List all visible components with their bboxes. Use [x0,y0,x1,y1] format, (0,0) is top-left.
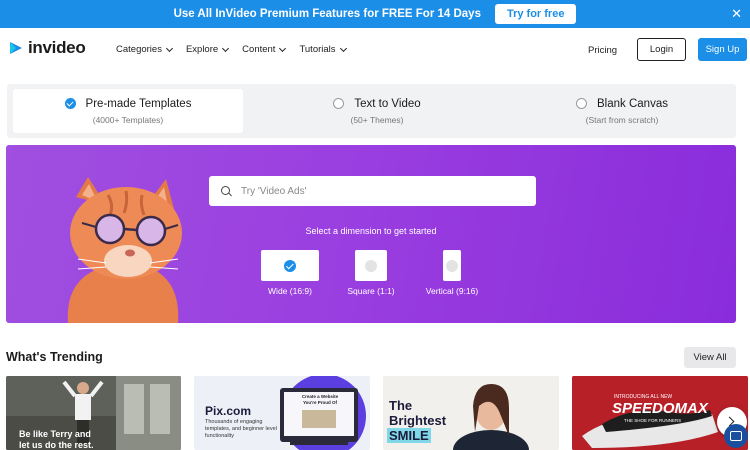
radio-empty-icon [576,98,588,109]
card-line: Brightest [389,413,447,428]
card-line: THE SHOE FOR RUNNERS [624,418,682,423]
signup-button[interactable]: Sign Up [698,38,747,61]
try-for-free-button[interactable]: Try for free [494,4,577,24]
dimension-square-card[interactable] [355,250,387,281]
option-text-to-video[interactable]: Text to Video (50+ Themes) [307,89,447,133]
card-line: Be like Terry and [19,429,91,439]
radio-empty-icon [446,259,458,272]
check-icon [284,259,296,272]
option-premade-templates[interactable]: Pre-made Templates (4000+ Templates) [13,89,243,133]
option-subtitle: (Start from scratch) [585,114,659,125]
menu-label: Content [242,44,276,55]
radio-checked-icon [64,98,76,109]
option-subtitle: (50+ Themes) [350,114,404,125]
template-search-bar[interactable] [209,176,536,206]
section-title: What's Trending [6,350,103,364]
brand-name: invideo [28,38,86,57]
card-brand: Pix.com [205,404,252,418]
radio-empty-icon [365,259,377,272]
option-title: Blank Canvas [597,97,668,110]
trending-card-terry[interactable]: Be like Terry and let us do the rest. [6,376,181,450]
trending-card-pix[interactable]: Pix.com Thousands of engaging templates,… [194,376,370,450]
card-line: let us do the rest. [19,440,94,450]
view-all-button[interactable]: View All [684,347,736,368]
radio-empty-icon [333,98,345,109]
login-button[interactable]: Login [637,38,686,61]
top-nav: invideo Categories Explore Content Tutor… [0,28,750,72]
menu-label: Categories [116,44,162,55]
option-blank-canvas[interactable]: Blank Canvas (Start from scratch) [552,89,692,133]
dimension-vertical-card[interactable] [443,250,461,281]
close-icon[interactable]: ✕ [731,6,742,22]
pricing-link[interactable]: Pricing [588,45,617,56]
dimension-wide-card[interactable] [261,250,319,281]
promo-banner: Use All InVideo Premium Features for FRE… [0,0,750,28]
card-body: Thousands of engaging templates, and beg… [205,419,277,439]
card-text: Be like Terry and let us do the rest. [19,429,94,450]
search-icon [221,185,232,197]
template-type-selector: Pre-made Templates (4000+ Templates) Tex… [7,84,736,138]
menu-label: Explore [185,44,219,55]
chat-support-icon[interactable] [724,424,748,448]
card-line: SPEEDOMAX [612,400,708,417]
option-title: Pre-made Templates [85,97,192,110]
promo-text: Use All InVideo Premium Features for FRE… [173,8,481,20]
cat-with-sunglasses-image [67,177,182,323]
menu-explore[interactable]: Explore [185,44,230,55]
chevron-down-icon [165,44,173,52]
dimension-prompt: Select a dimension to get started [305,226,437,236]
chevron-down-icon [339,44,347,52]
main-menu: Categories Explore Content Tutorials [116,44,360,55]
card-screen-text: Create a Website You're Proud Of [301,394,339,405]
menu-categories[interactable]: Categories [116,44,173,55]
option-subtitle: (4000+ Templates) [92,114,164,125]
hero-banner: Select a dimension to get started Wide (… [6,145,736,323]
option-title: Text to Video [354,97,421,110]
dimension-wide-label: Wide (16:9) [268,286,312,296]
invideo-logo-icon [10,42,22,54]
menu-content[interactable]: Content [242,44,287,55]
logo[interactable]: invideo [8,38,86,58]
menu-label: Tutorials [299,44,336,55]
dimension-square-label: Square (1:1) [347,286,395,296]
chevron-down-icon [279,44,287,52]
card-line: The [389,398,413,413]
menu-tutorials[interactable]: Tutorials [299,44,347,55]
search-input[interactable] [241,185,521,197]
card-line: SMILE [387,428,431,443]
trending-card-smile[interactable]: The Brightest SMILE [383,376,559,450]
chevron-down-icon [222,44,230,52]
dimension-vertical-label: Vertical (9:16) [425,286,479,296]
